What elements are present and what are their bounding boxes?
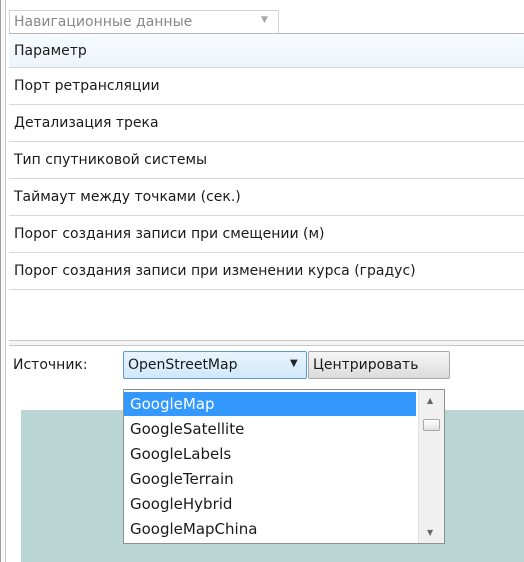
source-options-list[interactable]: GoogleMap GoogleSatellite GoogleLabels G… <box>123 389 445 544</box>
panel-splitter[interactable] <box>9 340 524 346</box>
dropdown-scrollbar[interactable]: ▲ ▼ <box>418 390 444 543</box>
scroll-up-icon[interactable]: ▲ <box>427 396 433 405</box>
grid-row[interactable]: Порт ретрансляции <box>9 68 524 105</box>
navigation-data-dropdown[interactable]: Навигационные данные ▼ <box>9 10 279 34</box>
source-select[interactable]: OpenStreetMap ▼ <box>123 351 307 379</box>
grid-row[interactable]: Детализация трека <box>9 105 524 142</box>
navigation-data-label: Навигационные данные <box>14 14 193 30</box>
source-option-google-terrain[interactable]: GoogleTerrain <box>124 467 416 491</box>
source-option-google-hybrid[interactable]: GoogleHybrid <box>124 492 416 516</box>
source-option-google-map-china[interactable]: GoogleMapChina <box>124 517 416 541</box>
window-left-border <box>0 0 6 562</box>
center-button[interactable]: Центрировать <box>308 351 450 379</box>
grid-row[interactable]: Порог создания записи при изменении курс… <box>9 253 524 290</box>
source-label: Источник: <box>13 357 88 373</box>
chevron-down-icon: ▼ <box>261 15 268 25</box>
chevron-down-icon: ▼ <box>290 358 298 369</box>
source-select-value: OpenStreetMap <box>128 357 238 373</box>
scroll-down-icon[interactable]: ▼ <box>427 528 433 537</box>
source-option-google-satellite[interactable]: GoogleSatellite <box>124 417 416 441</box>
parameters-grid: Параметр Порт ретрансляции Детализация т… <box>9 33 524 290</box>
scroll-thumb[interactable] <box>423 419 440 431</box>
grid-row[interactable]: Таймаут между точками (сек.) <box>9 179 524 216</box>
parameter-column-header[interactable]: Параметр <box>9 34 524 68</box>
source-option-google-map[interactable]: GoogleMap <box>124 392 416 416</box>
source-option-google-labels[interactable]: GoogleLabels <box>124 442 416 466</box>
grid-row[interactable]: Тип спутниковой системы <box>9 142 524 179</box>
grid-row[interactable]: Порог создания записи при смещении (м) <box>9 216 524 253</box>
